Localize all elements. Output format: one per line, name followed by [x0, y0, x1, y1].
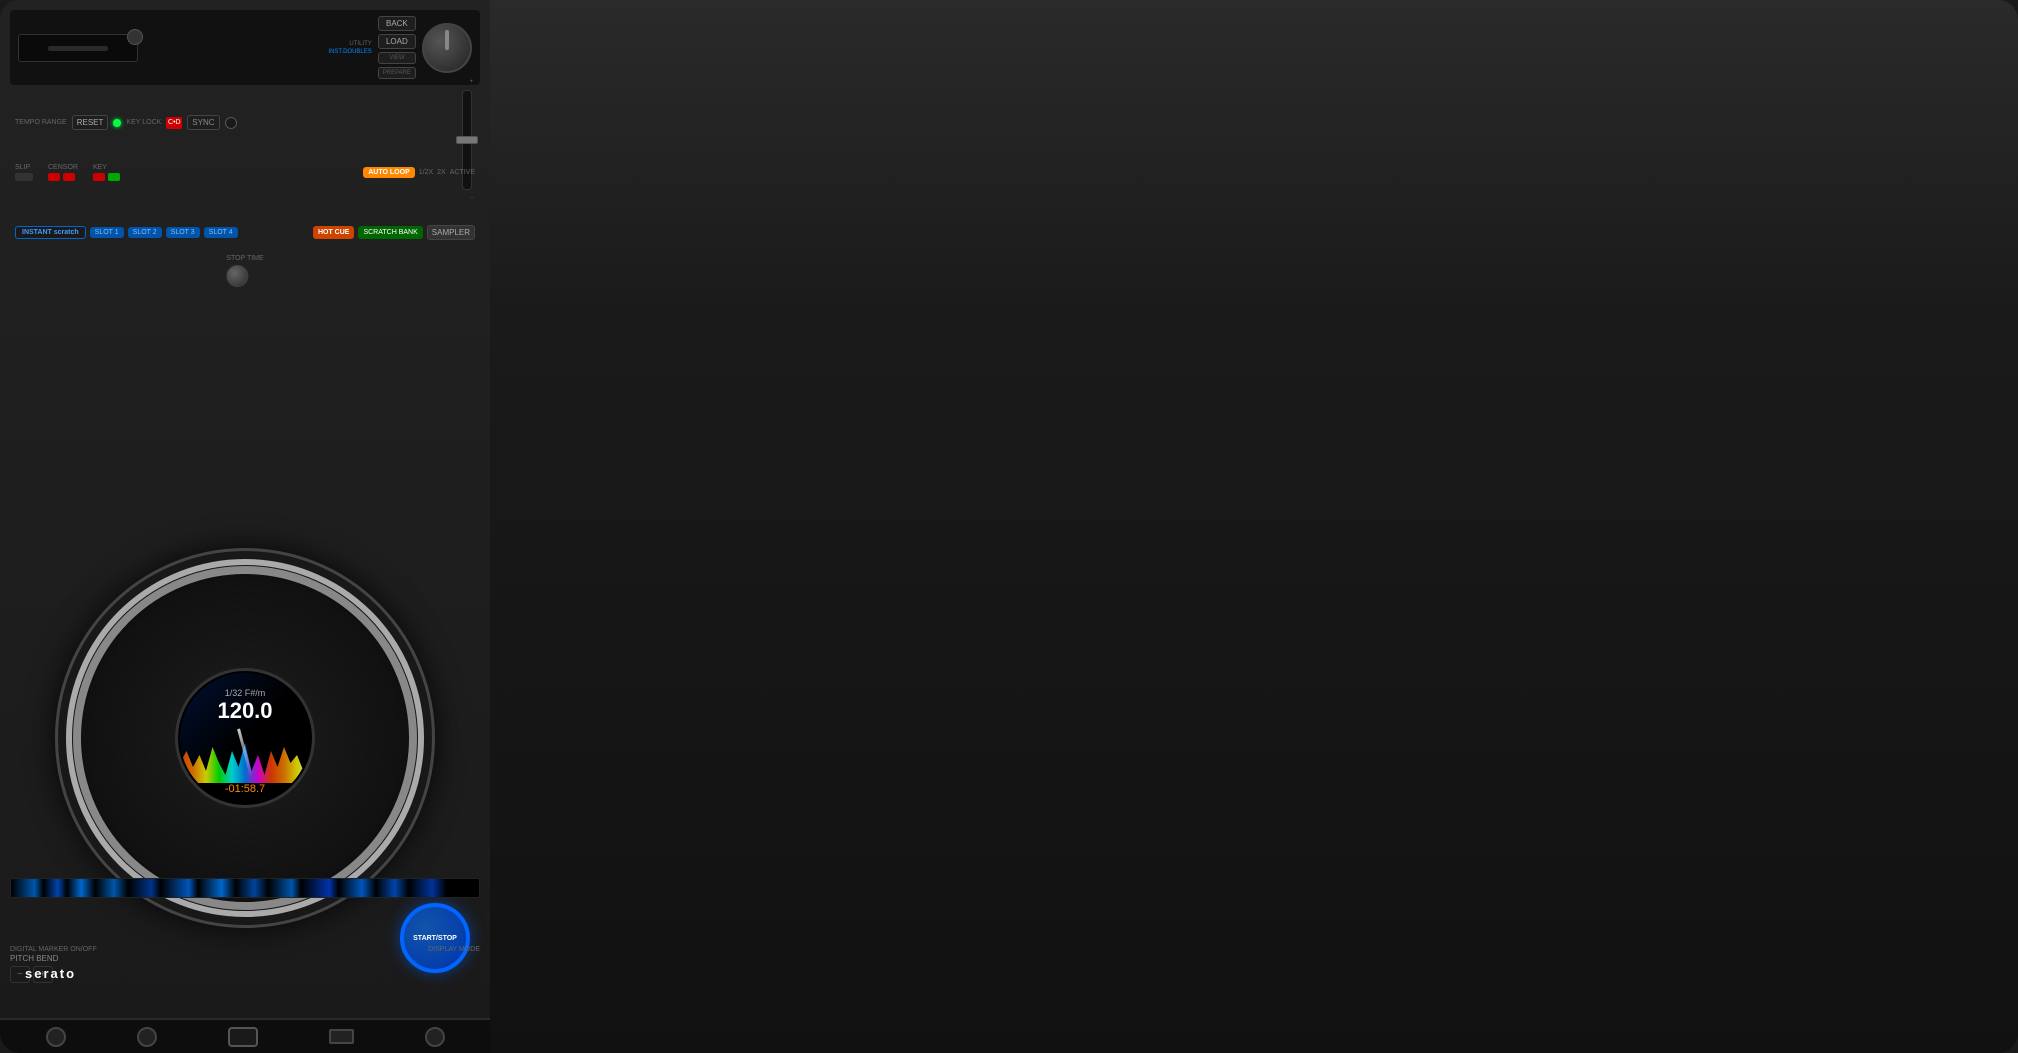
censor-in-left[interactable] [48, 173, 60, 181]
view-button-left[interactable]: VIEW [378, 52, 416, 64]
slot4-btn-left[interactable]: SLOT 4 [204, 227, 238, 238]
back-load-left: BACK LOAD VIEW PREPARE [378, 16, 416, 79]
port-left-1 [46, 1027, 66, 1047]
instant-scratch-btn-left[interactable]: INSTANT scratch [15, 226, 86, 239]
media-slot-left[interactable] [18, 34, 138, 62]
stop-time-area-left: STOP TIME [226, 255, 263, 287]
censor-out-left[interactable] [63, 173, 75, 181]
sampler-btn-left[interactable]: SAMPLER [427, 225, 475, 240]
reset-button-left[interactable]: RESET [72, 115, 109, 130]
utility-labels-left: UTILITY INST.DOUBLES [328, 41, 371, 55]
jog-adjust-knob-left[interactable] [422, 23, 472, 73]
tempo-range-label-left: TEMPO RANGE [15, 119, 67, 126]
auto-loop-btn-left[interactable]: AUTO LOOP [363, 167, 414, 178]
key-plus-left[interactable] [108, 173, 120, 181]
slot1-btn-left[interactable]: SLOT 1 [90, 227, 124, 238]
serato-logo-left: serato [25, 965, 76, 983]
waveform-strip-left [10, 878, 480, 898]
port-left-3 [228, 1027, 258, 1047]
key-lock-btn-left[interactable]: C•D [166, 117, 182, 129]
load-button-left[interactable]: LOAD [378, 34, 416, 49]
instant-row-left: INSTANT scratch SLOT 1 SLOT 2 SLOT 3 SLO… [10, 215, 480, 250]
dj-controller: UTILITY INST.DOUBLES BACK LOAD VIEW PREP… [0, 0, 2018, 1053]
ports-left [0, 1018, 490, 1053]
slot3-btn-left[interactable]: SLOT 3 [166, 227, 200, 238]
slip-btn-left[interactable] [15, 173, 33, 181]
key-minus-left[interactable] [93, 173, 105, 181]
slip-censor-row-left: SLIP CENSOR KEY AU [10, 155, 480, 190]
stop-time-knob-left[interactable] [226, 265, 248, 287]
led-green-left [113, 119, 121, 127]
turntable-display-left: 1/32 F#/m 120.0 -01:58.7 [175, 668, 315, 808]
tempo-handle-left[interactable] [456, 136, 478, 144]
left-deck: UTILITY INST.DOUBLES BACK LOAD VIEW PREP… [0, 0, 490, 1053]
bottom-labels-left: DIGITAL MARKER ON/OFF DISPLAY MODE [10, 946, 480, 953]
slot2-btn-left[interactable]: SLOT 2 [128, 227, 162, 238]
sync-button-left[interactable]: SYNC [187, 115, 219, 130]
sync-knob-left[interactable] [225, 117, 237, 129]
key-lock-label-left: KEY LOCK [126, 119, 161, 126]
turntable-left[interactable]: 1/32 F#/m 120.0 -01:58.7 [55, 548, 435, 928]
power-button-left[interactable] [127, 29, 143, 45]
back-button-left[interactable]: BACK [378, 16, 416, 31]
hot-cue-mode-btn-left[interactable]: HOT CUE [313, 226, 355, 239]
prepare-button-left[interactable]: PREPARE [378, 67, 416, 79]
port-left-5 [425, 1027, 445, 1047]
port-left-4 [329, 1029, 354, 1044]
controls-row-left: TEMPO RANGE RESET KEY LOCK C•D SYNC [10, 100, 480, 145]
scratch-bank-btn-left[interactable]: SCRATCH BANK [358, 226, 422, 239]
left-deck-top: UTILITY INST.DOUBLES BACK LOAD VIEW PREP… [10, 10, 480, 85]
start-stop-left[interactable]: START/STOP [400, 903, 470, 973]
port-left-2 [137, 1027, 157, 1047]
